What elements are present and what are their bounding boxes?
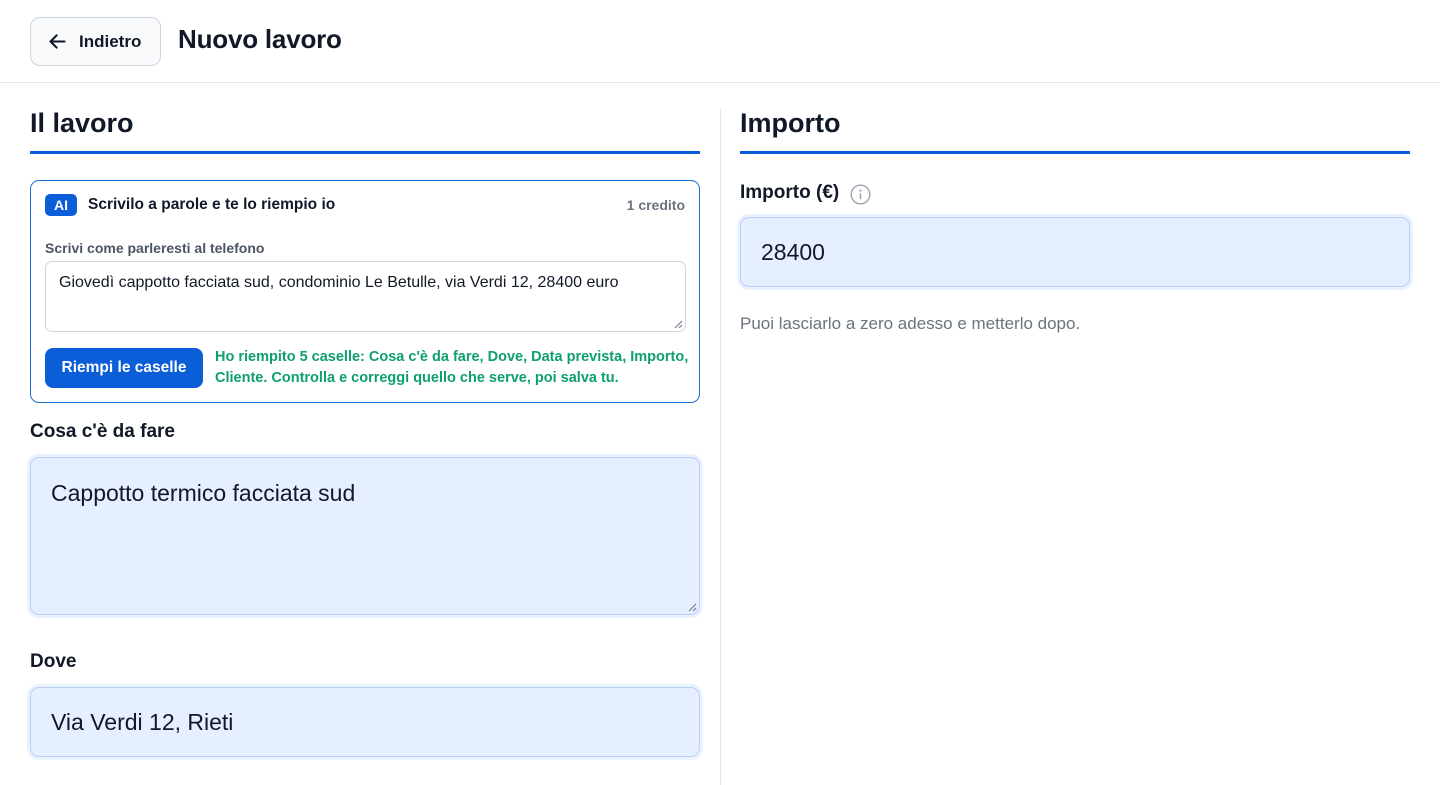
- page-title: Nuovo lavoro: [178, 24, 342, 54]
- fill-fields-button[interactable]: Riempi le caselle: [45, 348, 203, 388]
- ai-panel-title: Scrivilo a parole e te lo riempio io: [88, 196, 336, 213]
- ai-description-input[interactable]: Giovedì cappotto facciata sud, condomini…: [45, 261, 686, 332]
- ai-description-value: Giovedì cappotto facciata sud, condomini…: [59, 274, 619, 291]
- section-rule-amount: [740, 151, 1410, 154]
- section-title-amount: Importo: [740, 108, 841, 138]
- section-title-job: Il lavoro: [30, 108, 134, 138]
- location-value: Via Verdi 12, Rieti: [51, 709, 234, 735]
- section-rule-job: [30, 151, 700, 154]
- task-value: Cappotto termico facciata sud: [51, 480, 356, 506]
- ai-badge: AI: [45, 194, 77, 216]
- arrow-left-icon: [49, 34, 66, 49]
- back-button[interactable]: Indietro: [30, 17, 161, 66]
- top-bar: Indietro Nuovo lavoro: [0, 0, 1440, 83]
- resize-grip-icon[interactable]: [674, 320, 683, 329]
- amount-value: 28400: [761, 239, 825, 265]
- column-divider: [720, 108, 721, 785]
- resize-grip-icon[interactable]: [688, 603, 697, 612]
- location-field-label: Dove: [30, 651, 77, 672]
- amount-helper-text: Puoi lasciarlo a zero adesso e metterlo …: [740, 314, 1081, 333]
- ai-status-message: Ho riempito 5 caselle: Cosa c'è da fare,…: [215, 347, 691, 389]
- amount-field-label: Importo (€): [740, 182, 840, 203]
- credits-badge: 1 credito: [626, 197, 685, 213]
- location-input[interactable]: Via Verdi 12, Rieti: [30, 687, 700, 757]
- amount-input[interactable]: 28400: [740, 217, 1410, 287]
- ai-status-line-2: Cliente. Controlla e correggi quello che…: [215, 370, 619, 386]
- ai-assistant-panel: AI Scrivilo a parole e te lo riempio io …: [30, 180, 700, 403]
- ai-status-line-1: Ho riempito 5 caselle: Cosa c'è da fare,…: [215, 349, 689, 365]
- task-textarea[interactable]: Cappotto termico facciata sud: [30, 457, 700, 615]
- back-button-label: Indietro: [79, 31, 142, 51]
- ai-input-label: Scrivi come parleresti al telefono: [45, 240, 265, 256]
- info-icon[interactable]: [850, 184, 871, 205]
- task-field-label: Cosa c'è da fare: [30, 421, 175, 442]
